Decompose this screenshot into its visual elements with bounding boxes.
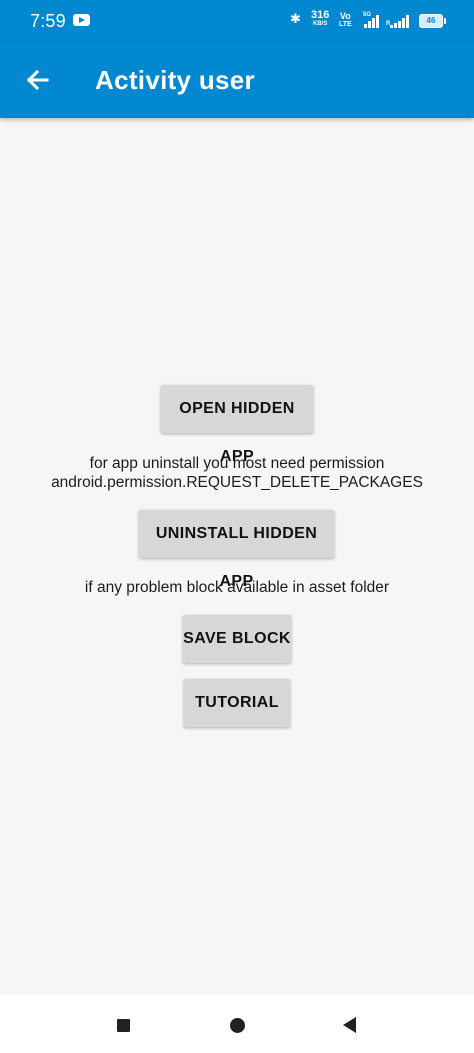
navigation-bar	[0, 995, 474, 1053]
volte-top-label: Vo	[339, 11, 351, 21]
tutorial-button[interactable]: TUTORIAL	[184, 679, 290, 727]
save-block-button[interactable]: SAVE BLOCK	[183, 615, 291, 663]
volte-icon: Vo LTE	[339, 11, 352, 29]
recents-button[interactable]	[117, 1019, 130, 1032]
permission-info-line2: android.permission.REQUEST_DELETE_PACKAG…	[51, 474, 423, 491]
battery-icon: 46	[419, 14, 446, 28]
status-bar: 7:59 ✱ 316 KB/S Vo LTE 5G R 46	[0, 0, 474, 42]
sim1-signal-icon	[360, 14, 384, 28]
sim2-signal-icon	[388, 14, 412, 28]
permission-info-line1: for app uninstall you most need permissi…	[89, 455, 385, 472]
network-speed-value: 316	[311, 9, 330, 21]
youtube-notification-icon	[73, 14, 90, 26]
network-speed-unit: KB/S	[313, 21, 328, 27]
network-speed: 316 KB/S	[311, 10, 329, 28]
back-button[interactable]	[18, 60, 58, 100]
home-button[interactable]	[230, 1018, 245, 1033]
back-nav-button[interactable]	[343, 1017, 356, 1033]
uninstall-hidden-app-button[interactable]: UNINSTALL HIDDEN APP	[139, 510, 334, 590]
status-time: 7:59	[30, 11, 66, 31]
arrow-back-icon	[26, 69, 49, 91]
permission-info-text: for app uninstall you most need permissi…	[0, 454, 474, 492]
open-hidden-app-button[interactable]: OPEN HIDDEN APP	[161, 385, 313, 465]
page-title: Activity user	[95, 65, 255, 95]
asset-info-text: if any problem block available in asset …	[84, 579, 390, 596]
app-bar: Activity user	[0, 42, 474, 118]
volte-bottom-label: LTE	[339, 21, 352, 28]
bluetooth-icon: ✱	[290, 11, 301, 26]
